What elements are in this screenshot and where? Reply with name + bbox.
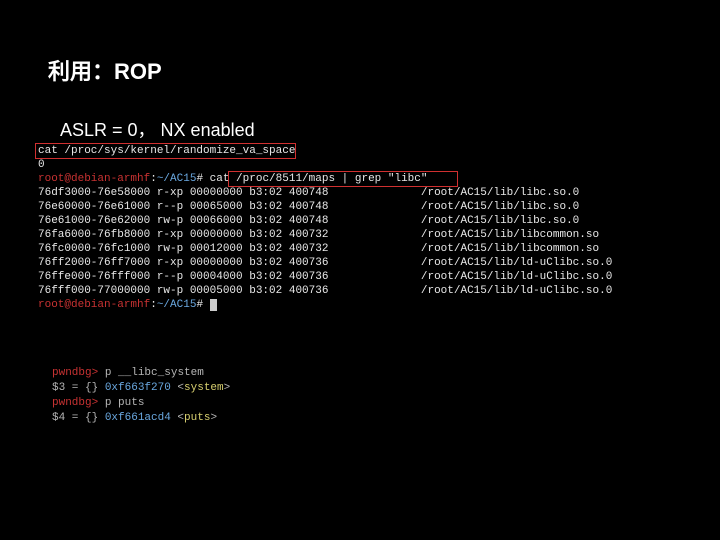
slide-subtitle: ASLR = 0， NX enabled	[60, 116, 255, 142]
terminal-block-2: pwndbg> p __libc_system $3 = {} 0xf663f2…	[52, 366, 230, 426]
slide-root: 利用：ROP ASLR = 0， NX enabled cat /proc/sy…	[0, 0, 720, 540]
terminal-block-1: cat /proc/sys/kernel/randomize_va_space …	[38, 144, 612, 312]
slide-title: 利用：ROP	[48, 54, 162, 86]
